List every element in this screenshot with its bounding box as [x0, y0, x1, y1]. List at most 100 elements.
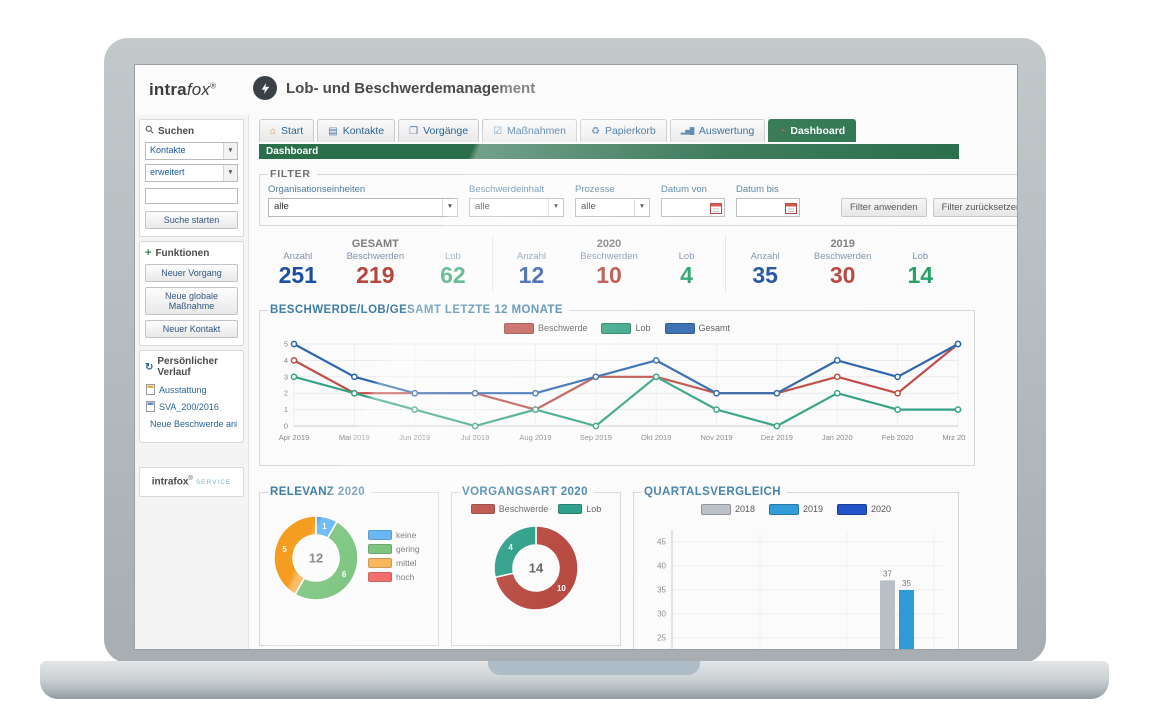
svg-text:6: 6	[342, 570, 347, 579]
app-header: intrafox® Lob- und Beschwerdemanagement	[135, 65, 1017, 115]
complaint-content-select[interactable]: alle ▼	[469, 198, 564, 217]
svg-text:1: 1	[284, 405, 288, 414]
new-contact-button[interactable]: Neuer Kontakt	[145, 320, 238, 338]
svg-text:45: 45	[657, 538, 666, 547]
history-item[interactable]: Neue Beschwerde anlegen	[146, 418, 237, 429]
tab-label: Vorgänge	[423, 125, 469, 137]
legend-label: Beschwerde	[498, 504, 549, 514]
history-item[interactable]: Ausstattung	[146, 384, 237, 395]
svg-text:2: 2	[284, 389, 288, 398]
search-input[interactable]	[145, 188, 238, 204]
processes-select[interactable]: alle ▼	[575, 198, 650, 217]
tab-papierkorb[interactable]: ♻ Papierkorb	[580, 119, 667, 142]
svg-text:14: 14	[529, 561, 544, 576]
filter-field-label: Datum bis	[736, 184, 779, 195]
org-units-select[interactable]: alle ▼	[268, 198, 458, 217]
legend-swatch	[837, 503, 868, 515]
svg-text:Mai 2019: Mai 2019	[339, 433, 370, 442]
history-item[interactable]: SVA_200/2016	[146, 401, 237, 412]
chart-title: VORGANGSART 2020	[462, 486, 588, 498]
legend-label: Lob	[586, 504, 602, 514]
stats-group-gesamt: GESAMT Anzahl 251 Beschwerden 219 Lob 62	[259, 236, 492, 292]
filter-field-label: Organisationseinheiten	[268, 184, 366, 195]
legend-swatch	[768, 503, 799, 515]
legend-swatch	[368, 558, 392, 568]
filter-field-label: Prozesse	[575, 184, 615, 195]
stat-label: Lob	[678, 251, 695, 262]
tab-label: Auswertung	[698, 125, 755, 137]
donut-chart-svg: 10 4 14	[493, 525, 579, 611]
date-to-input[interactable]	[737, 202, 785, 213]
legend-swatch	[368, 544, 392, 554]
svg-text:Aug 2019: Aug 2019	[519, 433, 551, 442]
svg-text:0: 0	[284, 422, 288, 431]
start-search-button[interactable]: Suche starten	[145, 211, 238, 229]
stat-label: Lob	[912, 251, 929, 262]
svg-text:Okt 2019: Okt 2019	[641, 433, 671, 442]
date-to-field[interactable]	[736, 198, 800, 217]
calendar-icon[interactable]	[710, 202, 722, 214]
vorgangsart-legend: Beschwerde Lob	[460, 502, 612, 516]
apply-filter-button[interactable]: Filter anwenden	[841, 198, 927, 217]
tab-start[interactable]: ⌂ Start	[259, 119, 315, 142]
stat-value: 30	[829, 262, 856, 288]
search-mode-value: erweitert	[150, 167, 185, 177]
svg-text:Sep 2019: Sep 2019	[580, 433, 612, 442]
functions-header-label: Funktionen	[155, 247, 210, 259]
tab-vorgaenge[interactable]: ❐ Vorgänge	[398, 119, 480, 142]
tab-dashboard[interactable]: ◔ Dashboard	[768, 119, 857, 142]
chart-title: BESCHWERDE/LOB/GESAMT LETZTE 12 MONATE	[270, 304, 563, 316]
svg-text:Feb 2020: Feb 2020	[882, 433, 914, 442]
tab-label: Papierkorb	[604, 125, 656, 137]
tab-bar: ⌂ Start ▤ Kontakte ❐ Vorgänge ☑ Maßnahmen ♻ P…	[259, 119, 959, 142]
stat-label: Anzahl	[516, 251, 546, 262]
sidebar-footer-logo: intrafox® SERVICE	[139, 467, 244, 497]
svg-text:Dez 2019: Dez 2019	[761, 433, 793, 442]
search-type-select[interactable]: Kontakte ▼	[145, 142, 238, 160]
summary-stats: GESAMT Anzahl 251 Beschwerden 219 Lob 62 20…	[259, 236, 959, 292]
svg-text:10: 10	[557, 584, 566, 593]
breadcrumb: Dashboard	[259, 144, 959, 159]
legend-swatch	[503, 322, 534, 334]
measures-icon: ☑	[493, 125, 503, 137]
tab-massnahmen[interactable]: ☑ Maßnahmen	[482, 119, 577, 142]
cases-icon: ❐	[409, 125, 419, 137]
tab-kontakte[interactable]: ▤ Kontakte	[317, 119, 396, 142]
date-from-field[interactable]	[661, 198, 725, 217]
stat-value: 35	[752, 262, 778, 288]
history-header-label: Persönlicher Verlauf	[157, 356, 218, 378]
svg-text:5: 5	[282, 545, 287, 554]
legend-swatch	[664, 322, 695, 334]
svg-text:1: 1	[322, 522, 327, 531]
filter-panel: FILTER Organisationseinheiten alle ▼ Bes…	[259, 168, 1017, 226]
stat-label: Beschwerden	[346, 251, 405, 262]
laptop-bezel: intrafox® Lob- und Beschwerdemanagement	[104, 38, 1046, 663]
home-icon: ⌂	[270, 125, 277, 137]
search-mode-select[interactable]: erweitert ▼	[145, 164, 238, 182]
new-global-measure-button[interactable]: Neue globale Maßnahme	[145, 287, 238, 315]
svg-text:25: 25	[657, 634, 666, 643]
calendar-icon[interactable]	[785, 202, 797, 214]
tab-label: Dashboard	[790, 125, 846, 137]
search-box: Suchen Kontakte ▼ erweitert ▼ Suche star…	[139, 119, 244, 237]
logo-text-intra: intra	[149, 80, 187, 99]
document-icon	[146, 401, 155, 412]
svg-text:37: 37	[883, 569, 892, 578]
tab-label: Maßnahmen	[507, 125, 566, 137]
quartalsvergleich-panel: QUARTALSVERGLEICH 2018 2019 2020 45 40 35 3…	[633, 486, 959, 649]
stage: intrafox® Lob- und Beschwerdemanagement	[0, 0, 1149, 713]
chart-title: RELEVANZ 2020	[270, 486, 366, 498]
tab-auswertung[interactable]: ▂▅█ Auswertung	[669, 119, 766, 142]
reset-filter-button[interactable]: Filter zurücksetzen	[932, 198, 1017, 217]
legend-swatch	[368, 530, 392, 540]
new-case-button[interactable]: Neuer Vorgang	[145, 264, 238, 282]
stat-label: Lob	[444, 251, 461, 262]
date-from-input[interactable]	[662, 202, 710, 213]
history-item-label: Ausstattung	[159, 384, 207, 395]
legend-label: Lob	[635, 323, 651, 333]
chevron-down-icon: ▼	[548, 199, 563, 216]
lightning-bubble-icon	[253, 76, 277, 100]
filter-field-label: Beschwerdeinhalt	[469, 184, 544, 195]
stats-group-2019: 2019 Anzahl 35 Beschwerden 30 Lob 14	[725, 236, 959, 292]
vorgangsart-2020-panel: VORGANGSART 2020 Beschwerde Lob 10 4 14	[451, 486, 621, 646]
